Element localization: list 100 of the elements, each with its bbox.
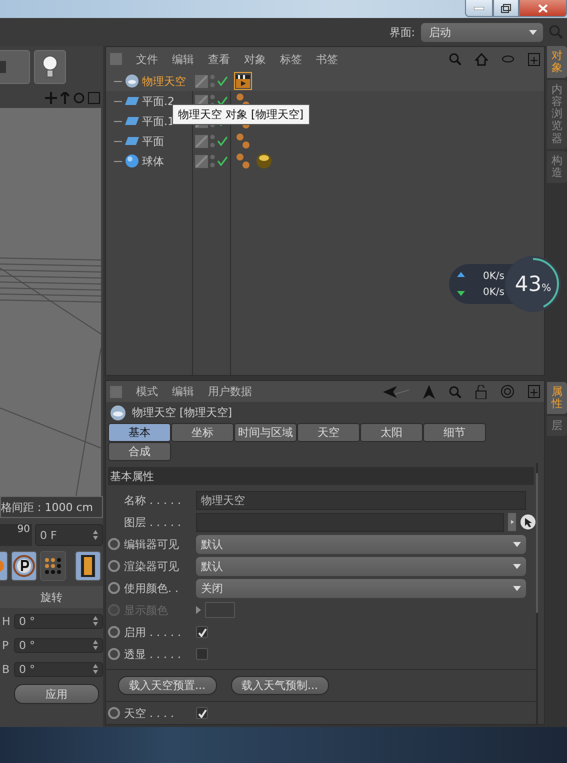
field-label: 天空 . . . .	[124, 706, 175, 720]
object-name[interactable]: 平面	[142, 134, 164, 148]
upload-speed: 0K/s	[483, 270, 504, 282]
menu-item[interactable]: 标签	[280, 52, 302, 66]
move-icon[interactable]	[45, 92, 57, 104]
checkmark-icon[interactable]	[217, 136, 228, 146]
sky-sphere-icon	[110, 404, 126, 420]
spinner-icon	[93, 616, 98, 626]
tooltip: 物理天空 对象 [物理天空]	[172, 104, 310, 125]
rotation-field[interactable]: 0 °	[14, 662, 103, 676]
tab[interactable]: 时间与区域	[234, 423, 297, 442]
caret-icon	[513, 542, 521, 546]
frame-field[interactable]: 0 F	[35, 524, 103, 546]
side-tab[interactable]: 构造	[547, 150, 567, 183]
phong-tag-icon	[236, 133, 250, 149]
restore-icon	[501, 4, 511, 12]
visibility-dots-icon[interactable]	[210, 74, 215, 88]
tab[interactable]: 天空	[297, 423, 360, 442]
layout-dropdown[interactable]: 启动	[421, 22, 543, 42]
tab[interactable]: 太阳	[360, 423, 423, 442]
grip-icon	[110, 386, 122, 398]
keyframe-circle-icon[interactable]	[108, 707, 120, 719]
pick-cursor-icon[interactable]	[520, 514, 536, 530]
checkmark-icon[interactable]	[217, 76, 228, 86]
menu-item[interactable]: 文件	[136, 52, 158, 66]
point-level-button[interactable]	[40, 551, 66, 581]
tab[interactable]: 坐标	[171, 423, 234, 442]
maximize-button[interactable]	[493, 0, 519, 17]
close-button[interactable]	[519, 0, 567, 17]
lock-icon[interactable]	[475, 384, 487, 398]
menu-item[interactable]: 对象	[244, 52, 266, 66]
checkbox[interactable]	[196, 707, 208, 719]
grid-spacing-text: 格间距 : 1000 cm	[0, 496, 103, 518]
dropdown-field[interactable]: 默认	[196, 556, 526, 576]
load-preset-button[interactable]: 载入天空预置...	[118, 676, 216, 695]
minimize-button[interactable]	[465, 0, 493, 17]
dropdown-field[interactable]: 关闭	[196, 578, 526, 598]
add-panel-icon[interactable]	[528, 52, 540, 66]
grip-icon	[110, 53, 122, 65]
menu-item[interactable]: 书签	[316, 52, 338, 66]
side-tab[interactable]: 内容浏览器	[547, 80, 567, 149]
keyframe-circle-icon[interactable]	[108, 582, 120, 594]
name-field[interactable]: 物理天空	[196, 490, 526, 510]
add-panel-icon[interactable]	[528, 385, 540, 398]
rotation-field[interactable]: 0 °	[14, 614, 103, 628]
back-arrow-icon[interactable]	[383, 386, 409, 398]
side-tab[interactable]: 对象	[547, 46, 567, 78]
tab[interactable]: 细节	[423, 423, 486, 442]
checkbox[interactable]	[196, 626, 208, 638]
checkmark-icon[interactable]	[217, 156, 228, 166]
tab[interactable]: 合成	[108, 442, 171, 461]
visibility-dots-icon[interactable]	[210, 134, 215, 148]
menu-item[interactable]: 用户数据	[208, 384, 252, 399]
search-icon[interactable]	[449, 53, 461, 65]
maximize-view-icon[interactable]	[88, 92, 100, 104]
keyframe-circle-icon[interactable]	[108, 626, 120, 638]
eye-icon[interactable]	[502, 55, 514, 63]
keyframe-circle-icon[interactable]	[108, 560, 120, 572]
object-name[interactable]: 球体	[142, 154, 164, 168]
dropdown-field[interactable]: 默认	[196, 534, 526, 554]
object-tag[interactable]	[234, 72, 252, 90]
object-tag[interactable]	[255, 152, 273, 170]
sky-sphere-icon	[125, 74, 139, 88]
side-tab[interactable]: 层	[547, 416, 567, 436]
plane-icon	[125, 116, 139, 126]
light-button[interactable]	[34, 50, 66, 84]
tab[interactable]: 基本	[108, 423, 171, 442]
menu-item[interactable]: 模式	[136, 384, 158, 399]
visibility-dots-icon[interactable]	[210, 154, 215, 168]
up-down-arrow-icon[interactable]	[60, 92, 70, 104]
home-icon[interactable]	[475, 52, 488, 66]
menu-item[interactable]: 编辑	[172, 52, 194, 66]
checkmark-icon[interactable]	[217, 96, 228, 106]
field-label: 启用 . . . . .	[124, 624, 182, 640]
parameter-key-button[interactable]	[11, 551, 37, 581]
side-tab[interactable]: 属性	[547, 382, 567, 414]
light-bulb-icon	[42, 55, 58, 79]
caret-icon	[529, 30, 537, 34]
spinner-icon	[93, 664, 98, 674]
target-icon[interactable]	[501, 385, 514, 398]
rotation-field[interactable]: 0 °	[14, 638, 103, 652]
download-speed: 0K/s	[483, 286, 504, 298]
layout-label: 界面:	[389, 24, 415, 40]
rotation-header: 旋转	[0, 586, 103, 608]
rotate-icon[interactable]	[73, 92, 85, 104]
menu-item[interactable]: 编辑	[172, 384, 194, 399]
checkbox[interactable]	[196, 648, 208, 660]
timeline-ruler[interactable]: 90	[0, 524, 32, 546]
film-button[interactable]	[75, 551, 101, 581]
up-arrow-icon[interactable]	[423, 384, 435, 398]
clapperboard-icon	[236, 74, 250, 88]
apply-button[interactable]: 应用	[14, 684, 99, 704]
load-preset-button[interactable]: 载入天气预制...	[230, 676, 329, 695]
keyframe-circle-icon[interactable]	[108, 648, 120, 660]
search-icon[interactable]	[449, 386, 461, 398]
color-swatch[interactable]	[205, 602, 235, 618]
keyframe-circle-icon[interactable]	[108, 538, 120, 550]
menu-item[interactable]: 查看	[208, 52, 230, 66]
field-label: 渲染器可见	[124, 558, 180, 574]
object-name[interactable]: 物理天空	[142, 74, 186, 88]
